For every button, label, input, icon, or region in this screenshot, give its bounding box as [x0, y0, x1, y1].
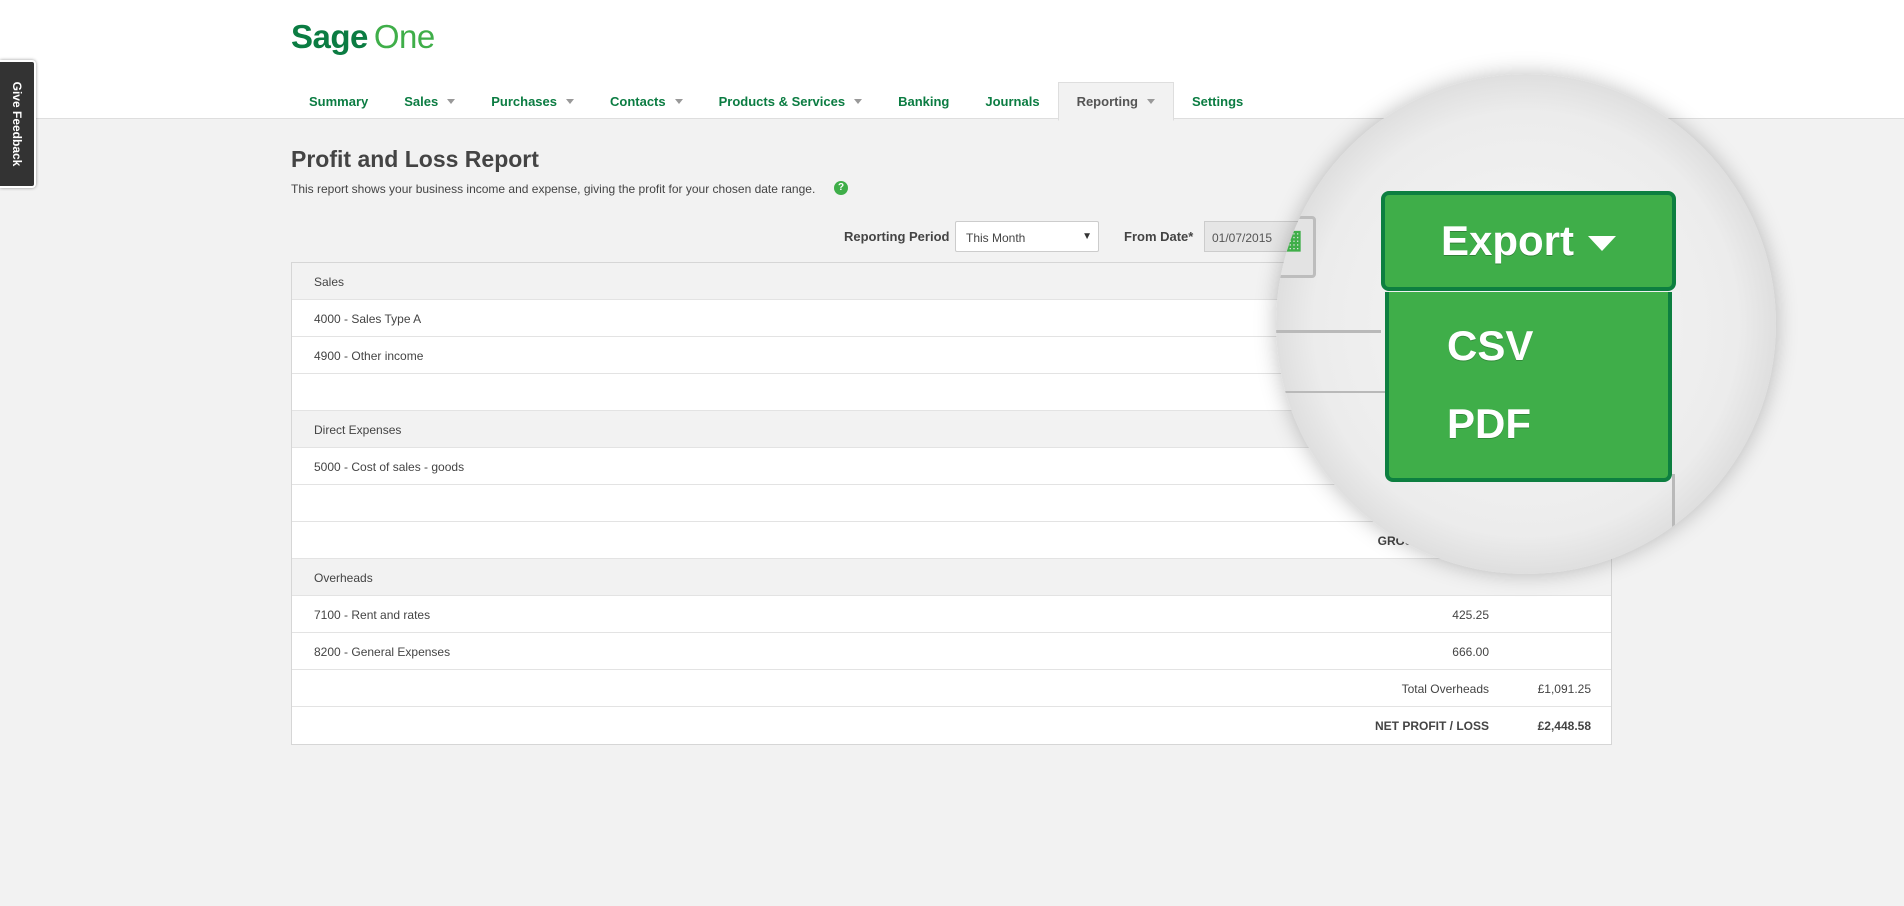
- give-feedback-tab[interactable]: Give Feedback: [0, 60, 36, 188]
- sage-one-logo[interactable]: Sage One: [291, 18, 435, 56]
- export-csv-option[interactable]: CSV: [1447, 322, 1533, 370]
- nav-sales[interactable]: Sales: [386, 82, 473, 120]
- chevron-down-icon: [674, 98, 683, 104]
- chevron-down-icon: [854, 98, 863, 104]
- nav-purchases[interactable]: Purchases: [473, 82, 592, 120]
- account-label: 7100 - Rent and rates: [314, 608, 431, 622]
- nav-journals-label: Journals: [985, 93, 1040, 109]
- chevron-down-icon: [447, 98, 456, 104]
- divider: [1276, 330, 1381, 333]
- section-header-overheads: Overheads: [292, 559, 1611, 596]
- nav-sales-label: Sales: [404, 93, 439, 109]
- section-label: Overheads: [314, 571, 373, 585]
- total-overheads-label: Total Overheads: [1401, 682, 1489, 696]
- main-nav: Summary Sales Purchases Contacts Product…: [291, 82, 1261, 121]
- logo-product: One: [373, 18, 435, 55]
- export-button-label: Export: [1440, 217, 1574, 264]
- nav-products-label: Products & Services: [718, 93, 846, 109]
- nav-summary-label: Summary: [309, 93, 369, 109]
- nav-summary[interactable]: Summary: [291, 82, 386, 120]
- account-label: 4000 - Sales Type A: [314, 312, 422, 326]
- page-title: Profit and Loss Report: [291, 146, 539, 172]
- net-profit-label: NET PROFIT / LOSS: [1374, 719, 1489, 733]
- table-row-net-profit: NET PROFIT / LOSS £2,448.58: [292, 707, 1611, 744]
- reporting-period-value: This Month: [966, 231, 1026, 245]
- account-label: 8200 - General Expenses: [314, 645, 451, 659]
- account-value: 666.00: [1452, 645, 1489, 659]
- account-label: 5000 - Cost of sales - goods: [314, 460, 465, 474]
- nav-purchases-label: Purchases: [491, 93, 557, 109]
- nav-reporting-label: Reporting: [1076, 94, 1138, 109]
- from-date-label: From Date*: [1124, 229, 1194, 244]
- section-label: Sales: [314, 275, 345, 289]
- caret-down-icon: [1588, 235, 1616, 251]
- page-description: This report shows your business income a…: [291, 182, 816, 196]
- nav-contacts[interactable]: Contacts: [592, 82, 701, 120]
- table-row-total-overheads: Total Overheads £1,091.25: [292, 670, 1611, 707]
- divider: [1672, 474, 1675, 574]
- section-label: Direct Expenses: [314, 423, 402, 437]
- nav-products-services[interactable]: Products & Services: [701, 82, 880, 120]
- export-dropdown-menu: CSV PDF: [1385, 292, 1672, 482]
- nav-settings-label: Settings: [1191, 93, 1244, 109]
- dropdown-arrow-icon: ▼: [1082, 231, 1092, 242]
- divider: [1276, 391, 1386, 393]
- reporting-period-select[interactable]: This Month ▼: [955, 221, 1099, 252]
- table-row: 7100 - Rent and rates 425.25: [292, 596, 1611, 633]
- nav-banking[interactable]: Banking: [880, 82, 967, 120]
- total-overheads-value: £1,091.25: [1537, 682, 1591, 696]
- export-button[interactable]: Export: [1381, 191, 1676, 291]
- calendar-icon[interactable]: ▦: [1278, 224, 1304, 260]
- nav-journals[interactable]: Journals: [967, 82, 1057, 120]
- export-magnifier-callout: ▦ Export CSV PDF: [1276, 74, 1776, 574]
- logo-brand: Sage: [291, 18, 368, 55]
- table-row: 8200 - General Expenses 666.00: [292, 633, 1611, 670]
- reporting-period-label: Reporting Period: [844, 229, 950, 244]
- account-value: 425.25: [1452, 608, 1489, 622]
- nav-reporting[interactable]: Reporting: [1057, 82, 1174, 121]
- account-label: 4900 - Other income: [314, 349, 424, 363]
- nav-banking-label: Banking: [898, 93, 950, 109]
- nav-settings[interactable]: Settings: [1174, 82, 1261, 120]
- net-profit-value: £2,448.58: [1537, 719, 1591, 733]
- give-feedback-label: Give Feedback: [10, 81, 24, 167]
- chevron-down-icon: [566, 98, 574, 104]
- export-pdf-option[interactable]: PDF: [1447, 400, 1531, 448]
- chevron-down-icon: [1146, 99, 1155, 104]
- nav-contacts-label: Contacts: [610, 93, 666, 109]
- help-icon[interactable]: ?: [834, 181, 848, 195]
